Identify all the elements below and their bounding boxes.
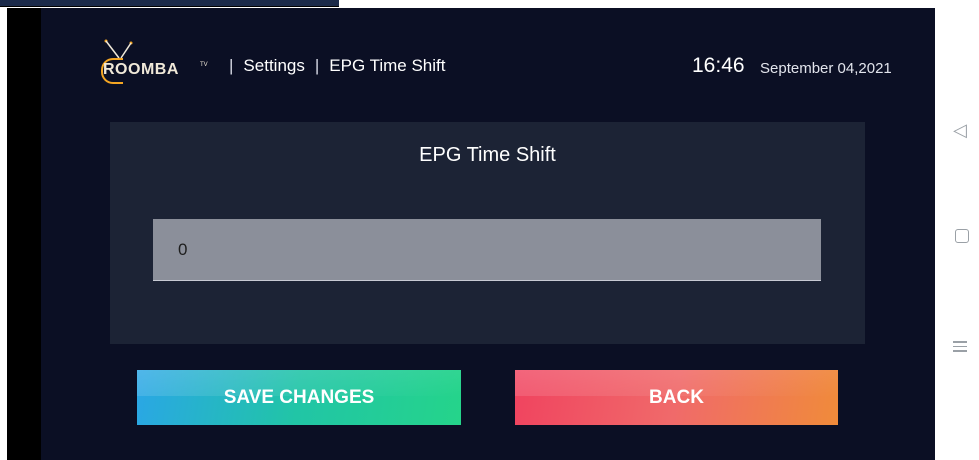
save-changes-button[interactable]: SAVE CHANGES: [137, 370, 461, 425]
back-triangle-icon[interactable]: ◁: [953, 120, 967, 141]
epg-settings-panel: EPG Time Shift: [110, 122, 865, 344]
breadcrumb: | Settings | EPG Time Shift: [229, 56, 445, 76]
roomba-logo: ROOMBA TV: [101, 38, 208, 88]
brand-tm: TV: [200, 62, 208, 68]
left-black-strip: [7, 8, 41, 460]
status-bar-overlay: [0, 0, 339, 7]
recents-menu-icon[interactable]: [953, 338, 967, 355]
clock-time: 16:46: [692, 54, 745, 77]
breadcrumb-settings[interactable]: Settings: [243, 56, 304, 76]
breadcrumb-current: EPG Time Shift: [329, 56, 446, 75]
breadcrumb-separator: |: [314, 56, 320, 75]
system-navigation-bar: ◁: [935, 8, 979, 460]
home-square-icon[interactable]: [955, 229, 969, 243]
breadcrumb-separator: |: [229, 56, 234, 75]
clock-date: September 04,2021: [760, 60, 892, 77]
save-changes-label: SAVE CHANGES: [223, 386, 375, 408]
back-button[interactable]: BACK: [515, 370, 838, 425]
app-screen: ROOMBA TV | Settings | EPG Time Shift 16…: [41, 8, 935, 460]
back-label: BACK: [649, 386, 704, 408]
brand-name: ROOMBA: [103, 61, 179, 78]
time-shift-input[interactable]: [153, 219, 821, 281]
panel-title: EPG Time Shift: [419, 144, 556, 166]
